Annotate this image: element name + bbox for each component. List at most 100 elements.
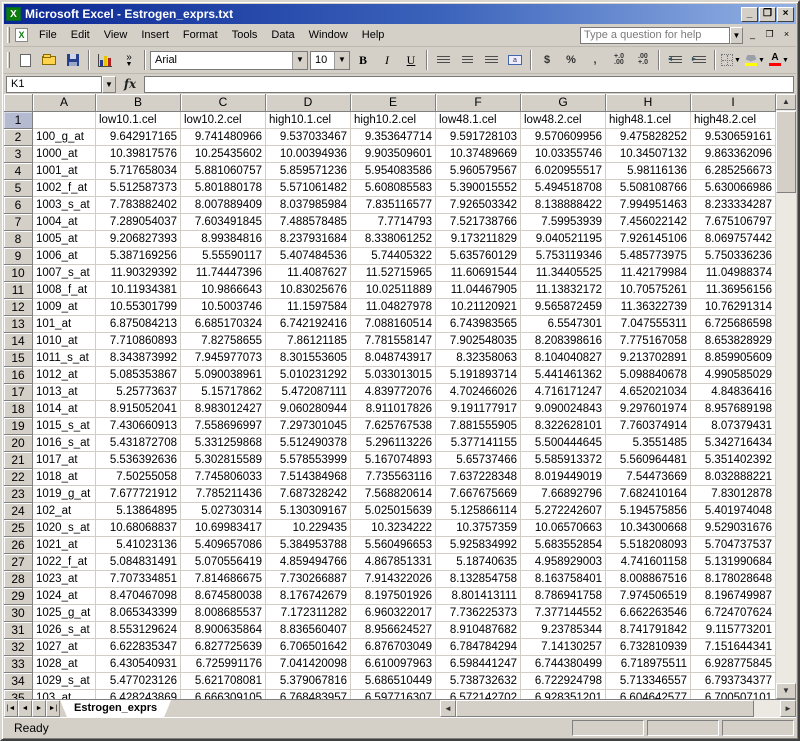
cell[interactable]: 7.625767538 xyxy=(351,418,436,435)
cell[interactable]: 7.151644341 xyxy=(691,639,776,656)
cell[interactable]: 5.342716434 xyxy=(691,435,776,452)
row-header-23[interactable]: 23 xyxy=(4,486,33,503)
cell[interactable]: 5.15717862 xyxy=(181,384,266,401)
cell[interactable]: 5.090038961 xyxy=(181,367,266,384)
cell[interactable]: 5.585913372 xyxy=(521,452,606,469)
cell[interactable]: 7.677721912 xyxy=(96,486,181,503)
cell[interactable]: 5.441461362 xyxy=(521,367,606,384)
cell[interactable]: 7.835116577 xyxy=(351,197,436,214)
cell[interactable]: 4.958929003 xyxy=(521,554,606,571)
cell[interactable]: high10.2.cel xyxy=(351,112,436,129)
name-box[interactable]: K1 xyxy=(6,76,102,93)
cell[interactable]: 1028_at xyxy=(33,656,96,673)
menu-item-insert[interactable]: Insert xyxy=(134,26,176,44)
workbook-close-icon[interactable]: × xyxy=(779,28,794,42)
row-header-7[interactable]: 7 xyxy=(4,214,33,231)
menu-item-tools[interactable]: Tools xyxy=(225,26,265,44)
cell[interactable]: 7.456022142 xyxy=(606,214,691,231)
menu-item-edit[interactable]: Edit xyxy=(64,26,97,44)
cell[interactable]: 5.74405322 xyxy=(351,248,436,265)
cell[interactable]: 11.42179984 xyxy=(606,265,691,282)
row-header-34[interactable]: 34 xyxy=(4,673,33,690)
cell[interactable]: 8.104040827 xyxy=(521,350,606,367)
cell[interactable]: 10.229435 xyxy=(266,520,351,537)
cell[interactable]: 9.741480966 xyxy=(181,129,266,146)
column-header-i[interactable]: I xyxy=(691,94,776,112)
row-header-20[interactable]: 20 xyxy=(4,435,33,452)
name-box-dropdown-icon[interactable]: ▼ xyxy=(102,76,116,93)
cell[interactable]: 8.069757442 xyxy=(691,231,776,248)
cell[interactable]: 4.867851331 xyxy=(351,554,436,571)
cell[interactable]: 9.642917165 xyxy=(96,129,181,146)
row-header-31[interactable]: 31 xyxy=(4,622,33,639)
cell[interactable]: 4.839772076 xyxy=(351,384,436,401)
row-header-10[interactable]: 10 xyxy=(4,265,33,282)
cell[interactable]: 11.04827978 xyxy=(351,299,436,316)
cell[interactable]: 11.1597584 xyxy=(266,299,351,316)
question-dropdown-icon[interactable]: ▼ xyxy=(730,27,743,44)
cell[interactable]: 7.82758655 xyxy=(181,333,266,350)
row-header-5[interactable]: 5 xyxy=(4,180,33,197)
cell[interactable]: 6.960322017 xyxy=(351,605,436,622)
cell[interactable]: 6.662263546 xyxy=(606,605,691,622)
cell[interactable]: 5.272242607 xyxy=(521,503,606,520)
cell[interactable]: 1020_s_at xyxy=(33,520,96,537)
cell[interactable]: 5.472087111 xyxy=(266,384,351,401)
menu-item-data[interactable]: Data xyxy=(264,26,301,44)
cell[interactable]: 5.738732632 xyxy=(436,673,521,690)
cell[interactable]: 6.685170324 xyxy=(181,316,266,333)
cell[interactable]: 1011_s_at xyxy=(33,350,96,367)
formula-input[interactable] xyxy=(144,76,794,93)
cell[interactable]: 4.652021034 xyxy=(606,384,691,401)
column-header-f[interactable]: F xyxy=(436,94,521,112)
cell[interactable] xyxy=(33,112,96,129)
cell[interactable]: 1007_s_at xyxy=(33,265,96,282)
cell[interactable]: 1014_at xyxy=(33,401,96,418)
align-center-button[interactable] xyxy=(456,50,478,70)
cell[interactable]: 8.008685537 xyxy=(181,605,266,622)
row-header-33[interactable]: 33 xyxy=(4,656,33,673)
cell[interactable]: 9.903509601 xyxy=(351,146,436,163)
cell[interactable]: 1029_s_at xyxy=(33,673,96,690)
cell[interactable]: 7.66892796 xyxy=(521,486,606,503)
cell[interactable]: 10.5003746 xyxy=(181,299,266,316)
cell[interactable]: 9.530659161 xyxy=(691,129,776,146)
prev-sheet-icon[interactable]: ◄ xyxy=(18,700,32,717)
cell[interactable]: 9.537033467 xyxy=(266,129,351,146)
cell[interactable]: 1000_at xyxy=(33,146,96,163)
cell[interactable]: 8.301553605 xyxy=(266,350,351,367)
cell[interactable]: 4.702466026 xyxy=(436,384,521,401)
column-header-g[interactable]: G xyxy=(521,94,606,112)
row-header-22[interactable]: 22 xyxy=(4,469,33,486)
column-header-e[interactable]: E xyxy=(351,94,436,112)
cell[interactable]: 5.494518708 xyxy=(521,180,606,197)
merge-center-button[interactable]: a xyxy=(504,50,526,70)
cell[interactable]: 6.597716307 xyxy=(351,690,436,699)
column-header-a[interactable]: A xyxy=(33,94,96,112)
menu-item-view[interactable]: View xyxy=(97,26,135,44)
cell[interactable]: 5.131990684 xyxy=(691,554,776,571)
cell[interactable]: 5.925834992 xyxy=(436,537,521,554)
cell[interactable]: 1005_at xyxy=(33,231,96,248)
menu-item-window[interactable]: Window xyxy=(302,26,355,44)
cell[interactable]: 6.020955517 xyxy=(521,163,606,180)
cell[interactable]: 5.401974048 xyxy=(691,503,776,520)
cell[interactable]: 7.682410164 xyxy=(606,486,691,503)
cell[interactable]: 8.007889409 xyxy=(181,197,266,214)
cell[interactable]: 5.512490378 xyxy=(266,435,351,452)
borders-button[interactable]: ▼ xyxy=(720,50,742,70)
cell[interactable]: 8.237931684 xyxy=(266,231,351,248)
cell[interactable]: high48.2.cel xyxy=(691,112,776,129)
cell[interactable]: 1006_at xyxy=(33,248,96,265)
cell[interactable]: 5.954083586 xyxy=(351,163,436,180)
cell[interactable]: 5.512587373 xyxy=(96,180,181,197)
cell[interactable]: 7.785211436 xyxy=(181,486,266,503)
cell[interactable]: 7.514384968 xyxy=(266,469,351,486)
cell[interactable]: 5.331259868 xyxy=(181,435,266,452)
cell[interactable]: 5.717658034 xyxy=(96,163,181,180)
cell[interactable]: 1018_at xyxy=(33,469,96,486)
cell[interactable]: 7.041420098 xyxy=(266,656,351,673)
cell[interactable]: 7.775167058 xyxy=(606,333,691,350)
cell[interactable]: 10.03355746 xyxy=(521,146,606,163)
open-button[interactable] xyxy=(38,50,60,70)
